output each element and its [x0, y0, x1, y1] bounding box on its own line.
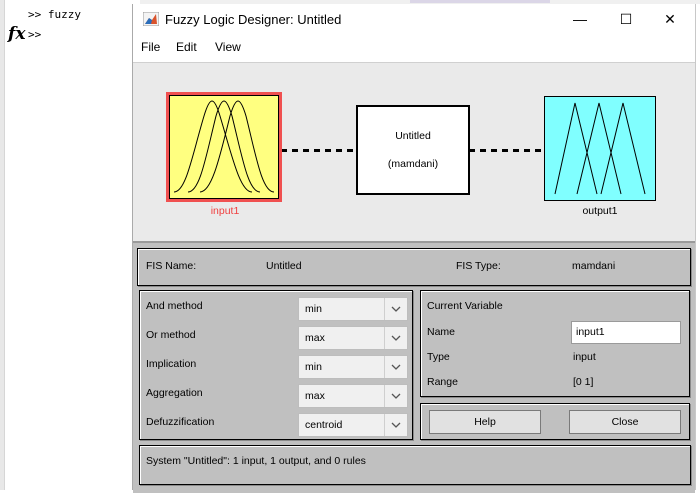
- chevron-down-icon: [384, 385, 407, 407]
- fis-properties-panel: FIS Name: Untitled FIS Type: mamdani And…: [133, 241, 695, 493]
- defuzzification-value: centroid: [305, 419, 343, 431]
- input-variable-box[interactable]: [166, 92, 282, 202]
- menu-bar: File Edit View: [133, 36, 695, 58]
- designer-client-area: input1 Untitled (mamdani) output1 FIS Na…: [133, 62, 695, 493]
- system-name: Untitled: [395, 130, 431, 142]
- matlab-command-window: >> fuzzy fx >>: [0, 0, 140, 490]
- aggregation-label: Aggregation: [146, 387, 203, 399]
- chevron-down-icon: [384, 298, 407, 320]
- fis-info-frame: FIS Name: Untitled FIS Type: mamdani: [137, 248, 691, 286]
- or-method-value: max: [305, 332, 325, 344]
- status-bar: System "Untitled": 1 input, 1 output, an…: [139, 445, 691, 485]
- fis-name-label: FIS Name:: [146, 260, 197, 272]
- status-text: System "Untitled": 1 input, 1 output, an…: [146, 455, 366, 467]
- fis-type-value: mamdani: [572, 260, 616, 272]
- variable-name-input[interactable]: input1: [571, 321, 681, 344]
- menu-view[interactable]: View: [215, 40, 241, 54]
- and-method-value: min: [305, 303, 322, 315]
- or-method-select[interactable]: max: [298, 326, 408, 350]
- chevron-down-icon: [384, 414, 407, 436]
- variable-name-label: Name: [427, 326, 456, 338]
- connector-input: [281, 149, 355, 152]
- window-title: Fuzzy Logic Designer: Untitled: [165, 12, 342, 27]
- variable-name-value: input1: [576, 326, 605, 338]
- close-window-button[interactable]: ✕: [647, 6, 693, 32]
- fx-icon[interactable]: fx: [8, 24, 25, 44]
- output-variable-box[interactable]: [544, 96, 656, 201]
- connector-output: [469, 149, 543, 152]
- minimize-button[interactable]: —: [557, 6, 603, 32]
- maximize-icon: ☐: [619, 10, 633, 27]
- fuzzy-logic-designer-window: Fuzzy Logic Designer: Untitled — ☐ ✕ Fil…: [132, 4, 696, 493]
- background-highlight: [410, 0, 550, 3]
- fis-diagram: input1 Untitled (mamdani) output1: [133, 63, 695, 241]
- and-method-label: And method: [146, 300, 203, 312]
- command-history-line: >> fuzzy: [28, 8, 81, 21]
- current-variable-frame: Current Variable Name input1 Type input …: [420, 290, 690, 397]
- minimize-icon: —: [573, 11, 587, 27]
- aggregation-value: max: [305, 390, 325, 402]
- output-membership-plot: [554, 102, 646, 195]
- maximize-button[interactable]: ☐: [603, 6, 649, 32]
- system-type: (mamdani): [387, 158, 439, 170]
- command-prompt[interactable]: >>: [28, 28, 41, 41]
- implication-select[interactable]: min: [298, 355, 408, 379]
- input-membership-plot: [173, 100, 275, 193]
- defuzzification-select[interactable]: centroid: [298, 413, 408, 437]
- methods-frame: And method min Or method max Implication…: [139, 290, 413, 440]
- help-button[interactable]: Help: [429, 410, 541, 434]
- chevron-down-icon: [384, 356, 407, 378]
- fis-name-value: Untitled: [266, 260, 302, 272]
- implication-value: min: [305, 361, 322, 373]
- menu-file[interactable]: File: [141, 40, 160, 54]
- aggregation-select[interactable]: max: [298, 384, 408, 408]
- variable-range-value: [0 1]: [573, 376, 594, 388]
- and-method-select[interactable]: min: [298, 297, 408, 321]
- output-label[interactable]: output1: [544, 205, 656, 217]
- variable-range-label: Range: [427, 376, 458, 388]
- current-variable-heading: Current Variable: [427, 300, 503, 312]
- variable-type-label: Type: [427, 351, 450, 363]
- fis-type-label: FIS Type:: [456, 260, 501, 272]
- command-window-gutter: [0, 0, 5, 490]
- variable-type-value: input: [573, 351, 596, 363]
- chevron-down-icon: [384, 327, 407, 349]
- or-method-label: Or method: [146, 329, 196, 341]
- title-bar[interactable]: Fuzzy Logic Designer: Untitled — ☐ ✕: [133, 4, 695, 34]
- matlab-icon: [143, 12, 159, 26]
- close-icon: ✕: [664, 10, 676, 27]
- close-button[interactable]: Close: [569, 410, 681, 434]
- defuzzification-label: Defuzzification: [146, 416, 215, 428]
- menu-edit[interactable]: Edit: [176, 40, 197, 54]
- system-box[interactable]: Untitled (mamdani): [356, 105, 470, 195]
- implication-label: Implication: [146, 358, 197, 370]
- input-label[interactable]: input1: [169, 205, 281, 217]
- buttons-frame: Help Close: [420, 403, 690, 440]
